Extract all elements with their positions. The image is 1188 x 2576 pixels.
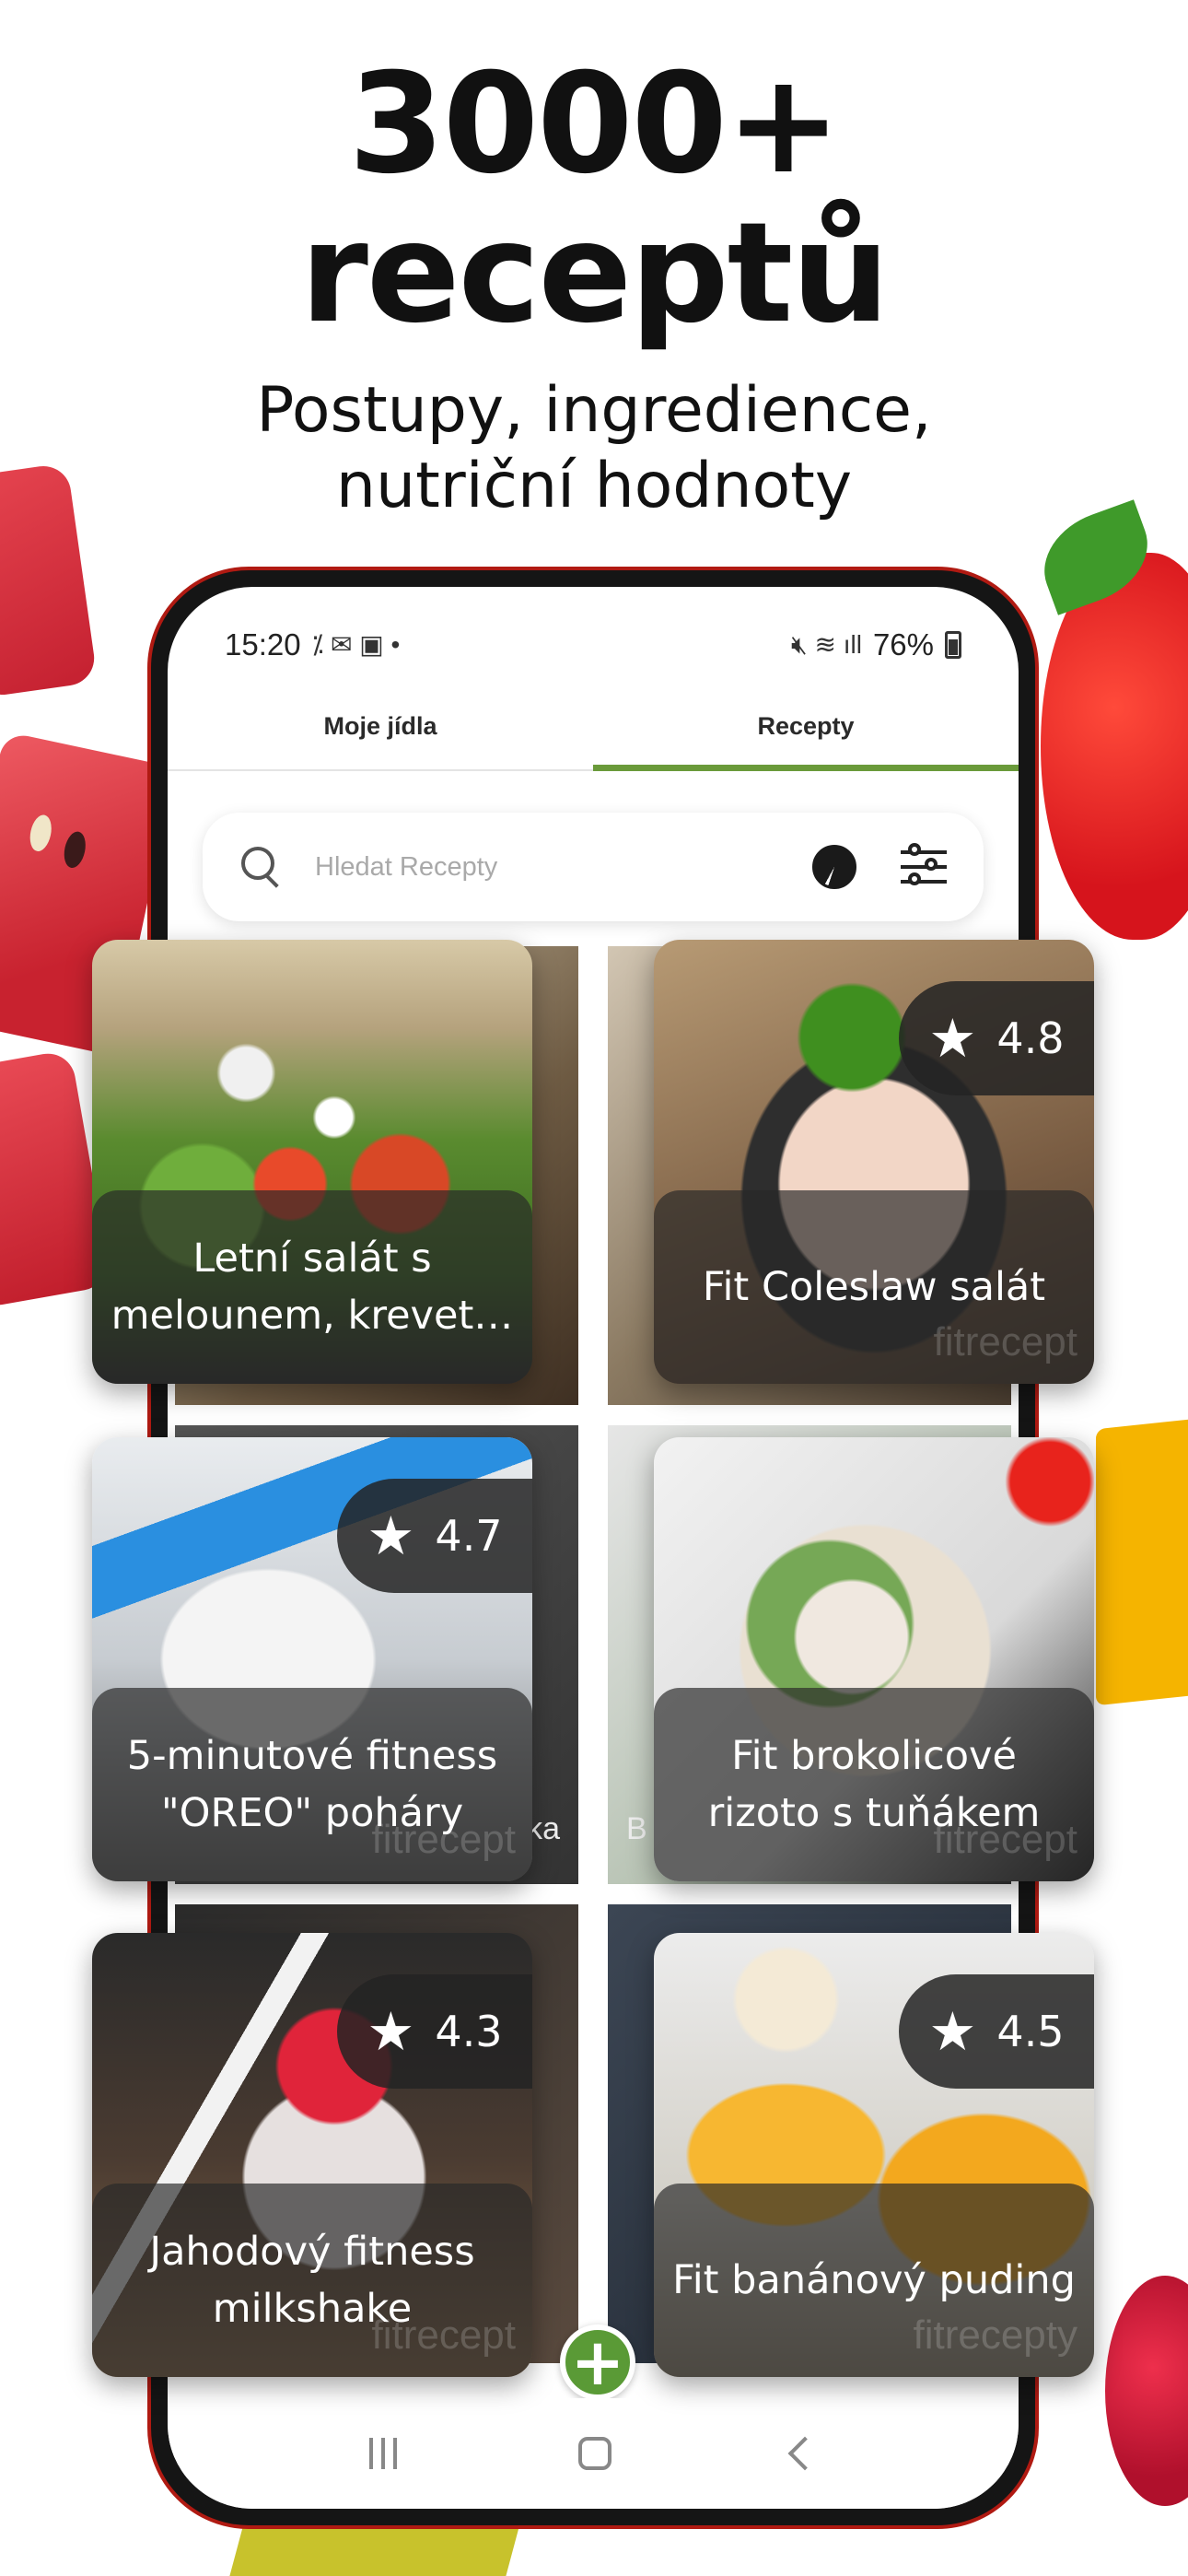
status-bar: 15:20 ⁒ ✉ ▣ • 🔇︎ ≋ ıll 76%	[168, 587, 1019, 684]
tab-bar: Moje jídla Recepty	[168, 684, 1019, 771]
headline-line1: 3000+	[348, 44, 841, 205]
search-bar	[203, 813, 984, 921]
subline-line1: Postupy, ingredience,	[256, 374, 932, 447]
nav-home-icon[interactable]	[577, 2437, 611, 2470]
recipe-card[interactable]: ★ 4.7 5-minutové fitness "OREO" poháry f…	[92, 1437, 532, 1881]
recipe-card[interactable]: ★ 4.8 Fit Coleslaw salát fitrecept	[654, 940, 1094, 1384]
signal-icons: 🔇︎ ≋ ıll	[791, 629, 862, 659]
nav-back-icon[interactable]	[787, 2436, 822, 2471]
recipe-title: Letní salát s melounem, krevet…	[92, 1190, 532, 1384]
raspberry-decoration	[1105, 2276, 1188, 2506]
filter-sliders-icon[interactable]	[901, 843, 947, 889]
search-input[interactable]	[315, 851, 794, 883]
yellow-accent-decoration	[226, 2524, 520, 2576]
tab-moje-jidla[interactable]: Moje jídla	[168, 684, 593, 769]
notification-icons: ⁒ ✉ ▣ •	[311, 630, 401, 659]
watermark: fitrecept	[371, 1817, 516, 1862]
rating-badge: ★ 4.3	[337, 1974, 532, 2089]
recipe-card[interactable]: Letní salát s melounem, krevet…	[92, 940, 532, 1384]
rating-value: 4.3	[435, 2007, 503, 2056]
promo-headline: 3000+ receptů	[0, 55, 1188, 343]
recipe-card[interactable]: ★ 4.5 Fit banánový puding fitrecepty	[654, 1933, 1094, 2377]
system-nav-bar	[168, 2398, 1019, 2509]
headline-line2: receptů	[299, 193, 890, 354]
subline-line2: nutriční hodnoty	[335, 450, 853, 522]
rating-value: 4.5	[996, 2007, 1065, 2056]
watermark: fitrecept	[933, 1319, 1077, 1364]
rating-value: 4.7	[435, 1511, 503, 1561]
search-icon[interactable]	[239, 845, 284, 889]
recipe-card[interactable]: Fit brokolicové rizoto s tuňákem fitrece…	[654, 1437, 1094, 1881]
star-icon: ★	[928, 2000, 977, 2063]
add-button[interactable]: +	[560, 2324, 635, 2400]
tab-recepty[interactable]: Recepty	[593, 684, 1019, 771]
rating-value: 4.8	[996, 1013, 1065, 1063]
promo-subline: Postupy, ingredience, nutriční hodnoty	[0, 373, 1188, 524]
nutrition-pie-icon[interactable]	[812, 845, 856, 889]
watermark: fitrecept	[933, 1817, 1077, 1862]
rating-badge: ★ 4.7	[337, 1479, 532, 1593]
status-time: 15:20	[225, 626, 301, 662]
yellow-accent-decoration	[1096, 1417, 1188, 1706]
battery-icon	[945, 630, 961, 659]
battery-percent: 76%	[872, 626, 934, 662]
watermark: fitrecept	[371, 2313, 516, 2358]
star-icon: ★	[367, 1505, 415, 1567]
star-icon: ★	[367, 2000, 415, 2063]
rating-badge: ★ 4.5	[899, 1974, 1094, 2089]
recipe-card[interactable]: ★ 4.3 Jahodový fitness milkshake fitrece…	[92, 1933, 532, 2377]
rating-badge: ★ 4.8	[899, 981, 1094, 1095]
nav-recent-icon[interactable]	[368, 2438, 397, 2469]
star-icon: ★	[928, 1007, 977, 1070]
tile-label-peek: B	[626, 1811, 647, 1846]
watermark: fitrecepty	[913, 2313, 1077, 2358]
